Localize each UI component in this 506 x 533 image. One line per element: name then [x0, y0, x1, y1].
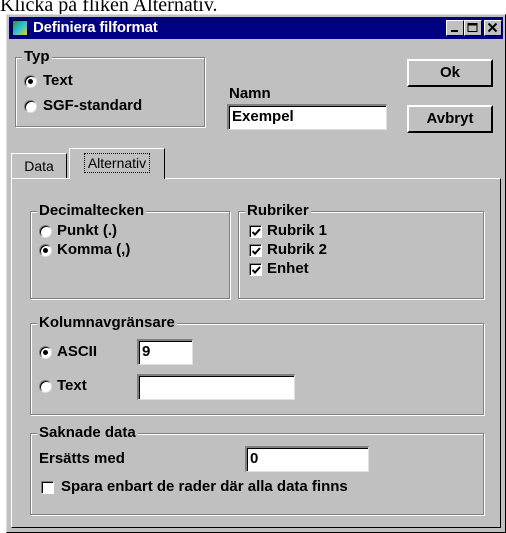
- saknade-group: Saknade data Ersätts med 0 Spara enbart …: [30, 424, 484, 515]
- kolumn-text-radio[interactable]: [39, 380, 52, 393]
- typ-sgf-label[interactable]: SGF-standard: [43, 97, 142, 115]
- spara-checkbox[interactable]: [41, 481, 54, 494]
- dialog-window: Definiera filformat Typ Text SGF-standar…: [6, 14, 506, 533]
- close-icon: [487, 23, 498, 33]
- maximize-button[interactable]: [464, 20, 482, 36]
- app-icon: [12, 20, 28, 36]
- namn-input[interactable]: Exempel: [227, 104, 387, 130]
- enhet-checkbox[interactable]: [249, 263, 262, 276]
- typ-text-radio[interactable]: [24, 75, 37, 88]
- decimal-komma-label[interactable]: Komma (,): [57, 241, 130, 259]
- checkmark-icon: [251, 228, 261, 236]
- tab-alternativ-label: Alternativ: [83, 153, 151, 173]
- title-bar[interactable]: Definiera filformat: [9, 17, 503, 39]
- tab-panel-alternativ: Decimaltecken Punkt (.) Komma (,) Rubrik…: [11, 178, 501, 528]
- rubrik1-label[interactable]: Rubrik 1: [267, 222, 327, 240]
- rubrik2-checkbox[interactable]: [249, 244, 262, 257]
- instruction-caption: Klicka på fliken Alternativ.: [0, 0, 218, 14]
- rubrik1-checkbox[interactable]: [249, 225, 262, 238]
- kolumn-ascii-label[interactable]: ASCII: [57, 343, 97, 361]
- close-button[interactable]: [484, 20, 502, 36]
- enhet-label[interactable]: Enhet: [267, 260, 309, 278]
- typ-group: Typ Text SGF-standard: [15, 48, 205, 127]
- decimal-komma-radio[interactable]: [39, 244, 52, 257]
- ascii-value-input[interactable]: 9: [137, 339, 193, 365]
- checkmark-icon: [251, 247, 261, 255]
- kolumn-text-label[interactable]: Text: [57, 377, 87, 395]
- cancel-button[interactable]: Avbryt: [407, 105, 493, 133]
- window-title: Definiera filformat: [33, 19, 158, 36]
- decimal-punkt-radio[interactable]: [39, 225, 52, 238]
- ersatts-label: Ersätts med: [39, 450, 125, 467]
- saknade-legend: Saknade data: [37, 424, 138, 442]
- typ-legend: Typ: [22, 48, 52, 66]
- minimize-button[interactable]: [446, 20, 464, 36]
- minimize-icon: [451, 30, 458, 32]
- ok-button[interactable]: Ok: [407, 59, 493, 87]
- kolumn-ascii-radio[interactable]: [39, 346, 52, 359]
- typ-sgf-radio[interactable]: [24, 100, 37, 113]
- checkmark-icon: [251, 266, 261, 274]
- decimal-group: Decimaltecken Punkt (.) Komma (,): [30, 202, 230, 299]
- decimal-legend: Decimaltecken: [37, 202, 147, 220]
- spara-label[interactable]: Spara enbart de rader där alla data finn…: [61, 478, 348, 496]
- kolumn-legend: Kolumnavgränsare: [37, 314, 177, 332]
- tab-data[interactable]: Data: [11, 153, 67, 178]
- rubriker-legend: Rubriker: [245, 202, 311, 220]
- maximize-icon: [467, 23, 478, 32]
- rubrik2-label[interactable]: Rubrik 2: [267, 241, 327, 259]
- decimal-punkt-label[interactable]: Punkt (.): [57, 222, 117, 240]
- kolumn-group: Kolumnavgränsare ASCII 9 Text: [30, 314, 484, 415]
- ersatts-input[interactable]: 0: [245, 446, 369, 472]
- tab-alternativ[interactable]: Alternativ: [69, 148, 165, 179]
- typ-text-label[interactable]: Text: [43, 72, 73, 90]
- namn-label: Namn: [229, 85, 271, 102]
- rubriker-group: Rubriker Rubrik 1 Rubrik 2 Enhet: [238, 202, 484, 299]
- text-separator-input[interactable]: [137, 374, 295, 400]
